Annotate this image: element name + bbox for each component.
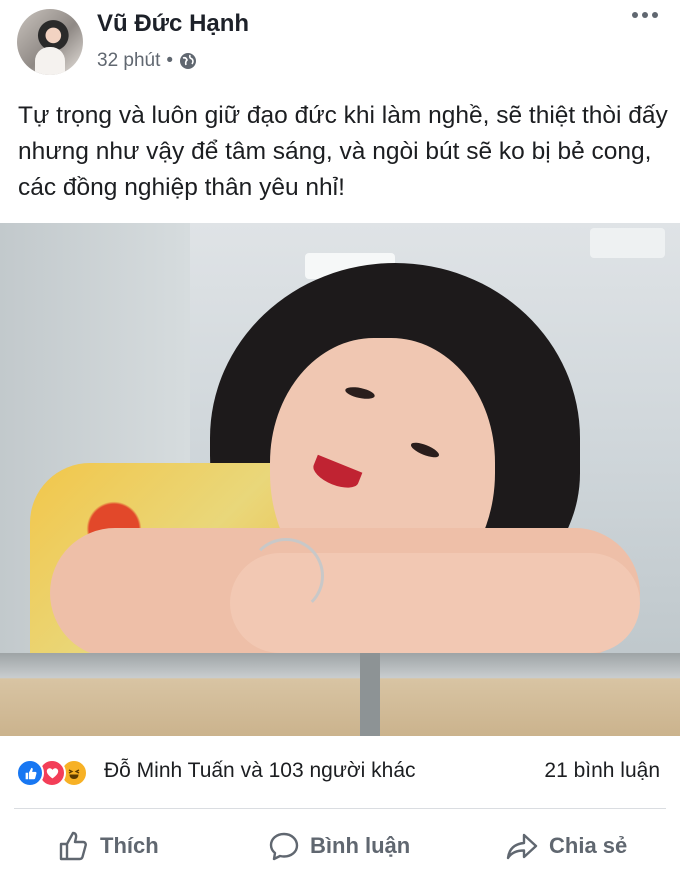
post-text: Tự trọng và luôn giữ đạo đức khi làm ngh… [18,102,668,201]
post-meta: 32 phút • [97,50,197,72]
globe-icon [180,53,197,69]
share-icon [506,833,538,860]
reactions-bar: Đỗ Minh Tuấn và 103 người khác 21 bình l… [0,742,680,800]
divider [14,808,666,809]
comment-button[interactable]: Bình luận [268,830,410,862]
more-options-icon[interactable] [632,12,658,18]
share-label: Chia sẻ [549,833,628,858]
like-button[interactable]: Thích [58,830,159,862]
reactions-summary[interactable]: Đỗ Minh Tuấn và 103 người khác [104,759,416,783]
post-header: Vũ Đức Hạnh 32 phút • [0,0,680,90]
author-name[interactable]: Vũ Đức Hạnh [97,10,249,38]
like-label: Thích [100,833,159,858]
avatar[interactable] [17,9,83,75]
post-time[interactable]: 32 phút [97,50,160,72]
post-photo[interactable] [0,223,680,736]
comment-icon [269,832,299,861]
comment-label: Bình luận [310,833,411,858]
action-bar: Thích Bình luận Chia sẻ [0,820,680,870]
comments-count[interactable]: 21 bình luận [544,759,660,783]
like-icon [16,759,44,787]
reaction-icons[interactable] [16,759,88,787]
share-button[interactable]: Chia sẻ [505,830,627,862]
thumbs-up-icon [59,831,87,861]
meta-separator: • [166,50,174,71]
